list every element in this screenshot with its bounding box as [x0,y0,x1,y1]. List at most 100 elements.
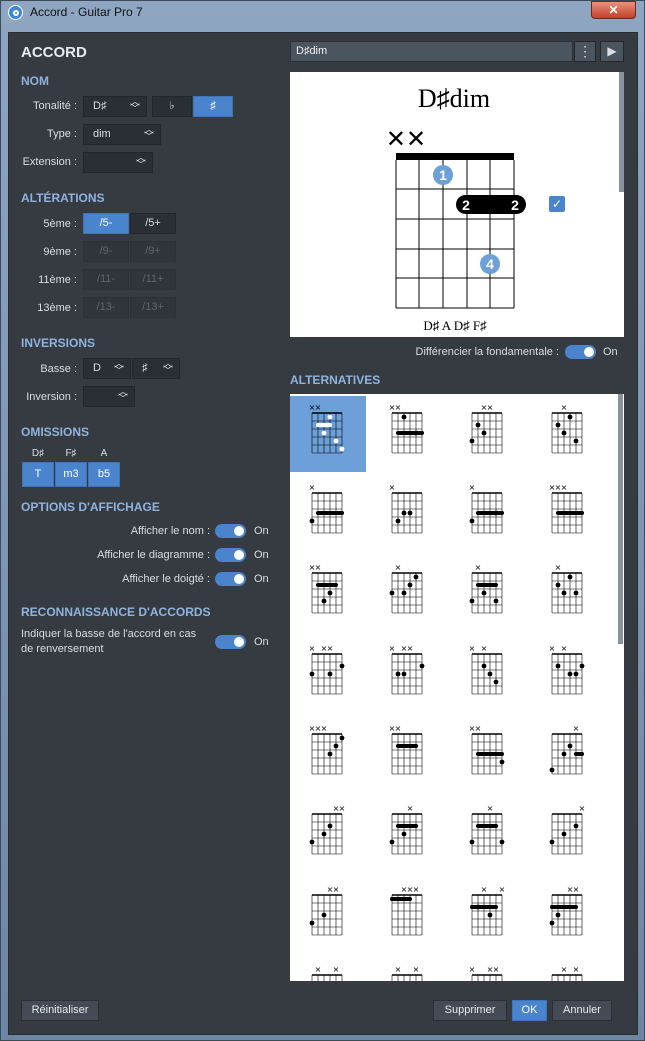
svg-text:×: × [561,965,568,974]
alteration-11-plus[interactable]: /11+ [130,269,176,290]
finger-label-2: 2 [462,197,470,213]
chord-name-input[interactable]: D♯dim [290,41,573,62]
alternative-diagram[interactable]: × × [290,958,366,981]
alternative-diagram[interactable]: × × × [290,637,366,713]
alternative-diagram[interactable]: × × [370,717,446,793]
updown-chevron-icon: ︿ ﹀ [144,125,154,143]
inversion-label: Inversion : [26,391,77,403]
fretboard-grid [395,160,515,309]
basse-note-value: D [93,362,101,374]
inversion-dropdown[interactable]: ︿ ﹀ [83,386,135,407]
alternative-diagram[interactable]: × × × [530,476,606,552]
svg-text:×: × [549,644,556,653]
alternative-diagram[interactable]: × × [450,637,526,713]
tonalite-dropdown[interactable]: D♯ ︿ ﹀ [83,96,147,117]
omission-note-3: A [100,448,108,459]
differencier-toggle[interactable] [565,345,596,359]
svg-text:×: × [573,724,580,733]
barre-checkbox[interactable]: ✓ [549,196,565,212]
alternative-diagram[interactable]: × × [530,958,606,981]
cancel-button[interactable]: Annuler [552,1000,612,1021]
alternative-diagram[interactable]: × × × [450,958,526,981]
svg-text:×: × [561,483,568,492]
svg-text:×: × [573,885,580,894]
svg-text:×: × [339,804,346,813]
play-icon[interactable]: ▶ [600,41,624,62]
reconnaissance-toggle[interactable] [215,635,246,649]
svg-text:×: × [475,563,482,572]
omission-tonic-button[interactable]: T [22,462,54,487]
alternative-diagram[interactable]: × [530,717,606,793]
type-label: Type : [47,128,77,140]
afficher-diagramme-toggle[interactable] [215,548,246,562]
alteration-11-minus[interactable]: /11- [83,269,129,290]
alternative-diagram[interactable]: × [530,556,606,632]
svg-text:×: × [389,644,396,653]
alteration-11-label: 11ème : [38,274,77,286]
alternative-diagram[interactable]: × × [530,878,606,954]
svg-text:×: × [395,724,402,733]
alternative-diagram[interactable]: × [450,797,526,873]
window-title: Accord - Guitar Pro 7 [30,5,143,19]
alteration-13-minus[interactable]: /13- [83,297,129,318]
diagram-note-names: D♯ A D♯ F♯ [423,318,486,333]
svg-text:×: × [395,965,402,974]
alternative-diagram[interactable]: × × × [370,878,446,954]
dialog-body: ACCORD NOM Tonalité : D♯ ︿ ﹀ ♭ ♯ Type : d… [8,32,638,1035]
close-button[interactable]: ✕ [591,1,636,19]
afficher-nom-toggle[interactable] [215,524,246,538]
alternative-diagram[interactable]: × × [450,717,526,793]
alteration-13-plus[interactable]: /13+ [130,297,176,318]
omission-fifth-button[interactable]: b5 [88,462,120,487]
alternative-diagram[interactable]: × [450,476,526,552]
alternative-diagram[interactable]: × × [530,637,606,713]
reconnaissance-text-line2: de renversement [21,643,104,655]
more-menu-icon[interactable]: ⋮ [574,41,596,62]
alternative-diagram[interactable]: × × [290,797,366,873]
alternative-diagram[interactable]: × [290,476,366,552]
alternative-diagram[interactable]: × × [450,396,526,472]
omission-third-button[interactable]: m3 [55,462,87,487]
alternative-diagram[interactable]: × [450,556,526,632]
sharp-button[interactable]: ♯ [193,96,233,117]
svg-text:×: × [487,804,494,813]
alternative-diagram[interactable]: × × × [370,637,446,713]
alternatives-grid[interactable]: × × × × × × × × × × × × × × × × × × × × × × × × × × × × × × × × × × × × × × × ×… [290,394,624,981]
alteration-5-plus[interactable]: /5+ [130,213,176,234]
alternative-diagram[interactable]: × × × [290,717,366,793]
svg-text:×: × [555,563,562,572]
alteration-9-minus[interactable]: /9- [83,241,129,262]
svg-text:×: × [315,965,322,974]
chord-diagram-panel[interactable]: D♯dim ✕✕ 1 2 2 4 D♯ A D♯ F♯ ✓ [290,72,624,337]
alternative-diagram[interactable]: × × [290,878,366,954]
delete-button[interactable]: Supprimer [433,1000,507,1021]
alteration-5-minus[interactable]: /5- [83,213,129,234]
alternative-diagram[interactable]: × × [290,556,366,632]
alternative-diagram[interactable]: × [370,476,446,552]
updown-chevron-icon: ︿ ﹀ [118,387,128,405]
alternative-diagram[interactable]: × × [370,396,446,472]
flat-button[interactable]: ♭ [152,96,192,117]
alternative-diagram[interactable]: × × [370,958,446,981]
alternative-diagram[interactable]: × [370,556,446,632]
alternative-diagram-selected[interactable]: × × [290,396,366,472]
chord-diagram: D♯dim ✕✕ 1 2 2 4 D♯ A D♯ F♯ [386,84,526,333]
inversions-section-title: INVERSIONS [21,336,96,350]
ok-button[interactable]: OK [512,1000,547,1021]
reset-button[interactable]: Réinitialiser [21,1000,99,1021]
afficher-doigte-toggle[interactable] [215,572,246,586]
alternative-diagram[interactable]: × × [450,878,526,954]
nom-section-title: NOM [21,74,49,88]
alteration-9-plus[interactable]: /9+ [130,241,176,262]
dialog-window: Accord - Guitar Pro 7 ✕ ACCORD NOM Tonal… [0,0,645,1041]
basse-accidental-dropdown[interactable]: ♯ ︿ ﹀ [132,358,180,379]
alternative-diagram[interactable]: × [530,797,606,873]
type-dropdown[interactable]: dim ︿ ﹀ [83,124,161,145]
afficher-doigte-label: Afficher le doigté : [122,573,210,585]
basse-note-dropdown[interactable]: D ︿ ﹀ [83,358,131,379]
alternatives-scrollbar[interactable] [618,394,623,644]
alternative-diagram[interactable]: × [370,797,446,873]
alternative-diagram[interactable]: × [530,396,606,472]
extension-dropdown[interactable]: ︿ ﹀ [83,152,153,173]
svg-text:×: × [469,965,476,974]
